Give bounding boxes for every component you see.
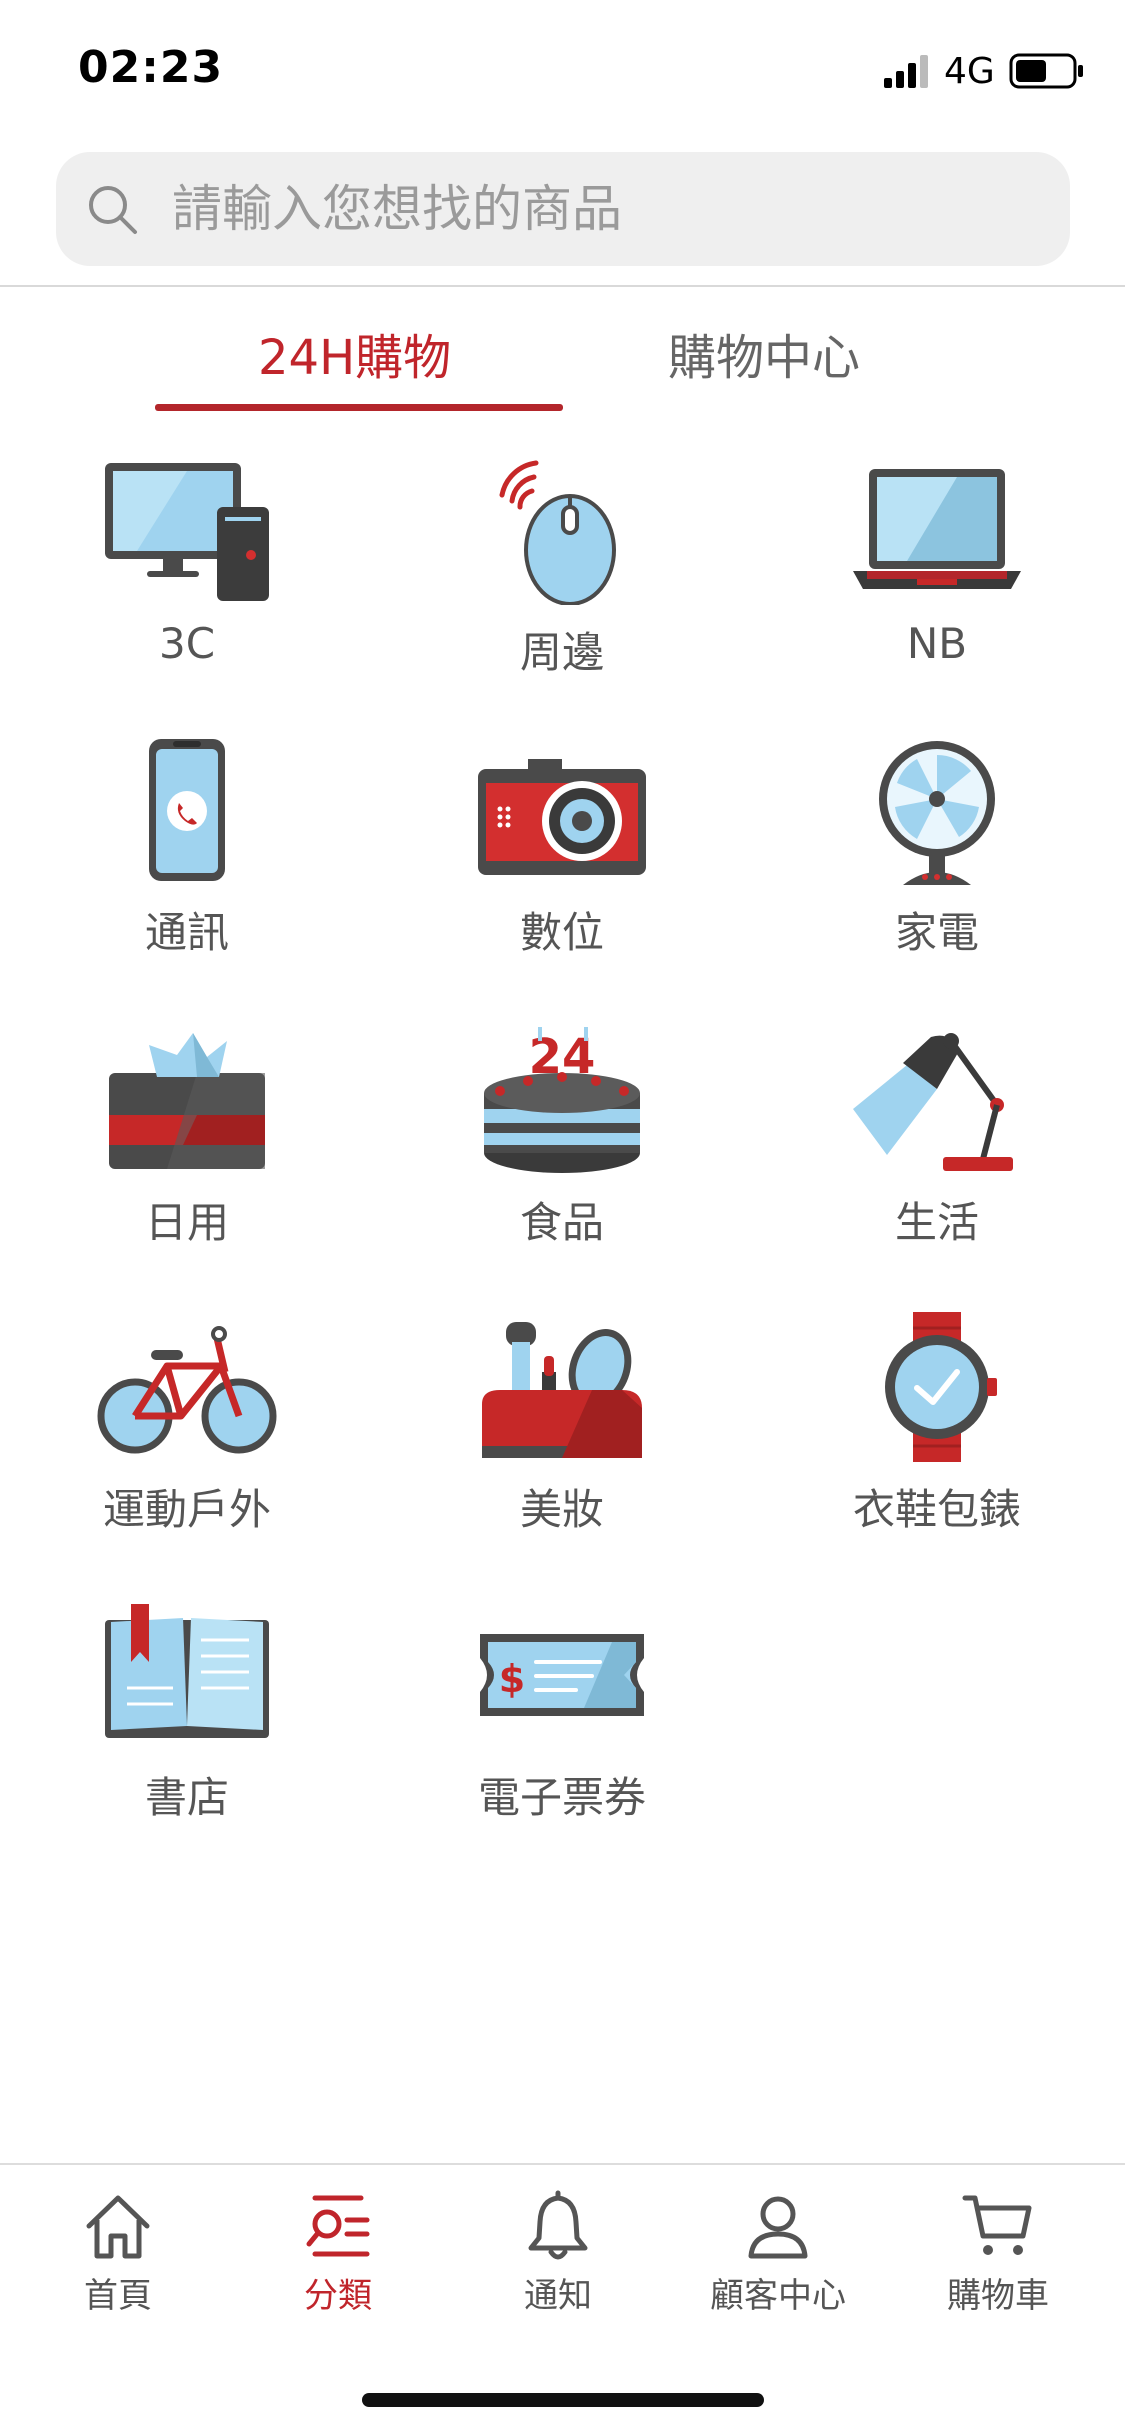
category-label: NB	[906, 619, 968, 668]
search-input[interactable]	[170, 179, 974, 239]
category-label: 通訊	[144, 908, 229, 957]
category-apparel-watches[interactable]: 衣鞋包錶	[787, 1312, 1087, 1537]
category-food[interactable]: 24 食品	[412, 1025, 712, 1250]
battery-icon	[1009, 53, 1083, 89]
cart-icon	[962, 2195, 1032, 2255]
category-label: 運動戶外	[102, 1485, 271, 1534]
category-3c[interactable]: 3C	[37, 455, 337, 668]
nav-label: 首頁	[84, 2276, 152, 2316]
tab-shopping-mall[interactable]: 購物中心	[668, 318, 860, 388]
desktop-computer-icon	[105, 463, 269, 601]
category-sports-outdoor[interactable]: 運動戶外	[37, 1312, 337, 1537]
makeup-bag-icon	[482, 1322, 642, 1458]
search-bar[interactable]	[56, 152, 1070, 266]
category-label: 書店	[144, 1773, 229, 1822]
category-label: 生活	[894, 1198, 979, 1247]
category-bookstore[interactable]: 書店	[37, 1600, 337, 1825]
open-book-icon	[105, 1604, 269, 1738]
category-label: 周邊	[519, 628, 604, 677]
category-appliances[interactable]: 家電	[787, 735, 1087, 960]
bottom-nav-divider	[0, 2163, 1125, 2165]
search-icon	[89, 186, 137, 234]
category-label: 美妝	[519, 1485, 604, 1534]
home-icon	[86, 2195, 150, 2259]
home-indicator	[362, 2393, 764, 2407]
laptop-icon	[853, 469, 1021, 589]
bell-icon	[528, 2190, 588, 2260]
header-divider	[0, 285, 1125, 287]
category-digital[interactable]: 數位	[412, 735, 712, 960]
active-tab-indicator	[155, 404, 563, 411]
status-time: 02:23	[78, 42, 224, 93]
ticket-icon: $	[480, 1634, 644, 1716]
camera-icon	[478, 759, 646, 875]
electric-fan-icon	[879, 741, 995, 885]
nav-notifications[interactable]: 通知	[478, 2190, 638, 2317]
signal-icon	[884, 55, 928, 88]
nav-label: 分類	[304, 2276, 372, 2316]
network-type: 4G	[944, 50, 995, 92]
category-e-vouchers[interactable]: $ 電子票券	[412, 1600, 712, 1825]
bicycle-icon	[97, 1326, 277, 1454]
category-nb[interactable]: NB	[787, 455, 1087, 668]
category-label: 電子票券	[477, 1773, 646, 1822]
category-label: 日用	[144, 1198, 229, 1247]
category-peripherals[interactable]: 周邊	[412, 455, 712, 680]
tissue-box-icon	[109, 1033, 265, 1169]
nav-category[interactable]: 分類	[258, 2190, 418, 2317]
smartphone-icon	[149, 739, 225, 881]
nav-label: 顧客中心	[710, 2276, 846, 2316]
nav-home[interactable]: 首頁	[38, 2190, 198, 2317]
category-communication[interactable]: 通訊	[37, 735, 337, 960]
nav-label: 通知	[524, 2276, 592, 2316]
cake-icon: 24	[484, 1027, 640, 1173]
nav-label: 購物車	[947, 2276, 1049, 2316]
category-label: 數位	[519, 908, 604, 957]
nav-cart[interactable]: 購物車	[918, 2190, 1078, 2317]
category-label: 3C	[158, 619, 216, 668]
category-label: 家電	[894, 908, 979, 957]
category-label: 食品	[519, 1198, 604, 1247]
category-living[interactable]: 生活	[787, 1025, 1087, 1250]
wristwatch-icon	[885, 1312, 997, 1462]
category-label: 衣鞋包錶	[852, 1485, 1021, 1534]
user-icon	[748, 2196, 808, 2259]
category-beauty[interactable]: 美妝	[412, 1312, 712, 1537]
status-indicators: 4G	[882, 48, 1090, 94]
tab-24h-shopping[interactable]: 24H購物	[258, 318, 451, 388]
desk-lamp-icon	[853, 1033, 1013, 1171]
svg-text:$: $	[499, 1657, 525, 1701]
nav-customer-center[interactable]: 顧客中心	[698, 2190, 858, 2317]
category-icon	[306, 2195, 370, 2257]
category-daily-goods[interactable]: 日用	[37, 1025, 337, 1250]
wireless-mouse-icon	[499, 460, 616, 605]
